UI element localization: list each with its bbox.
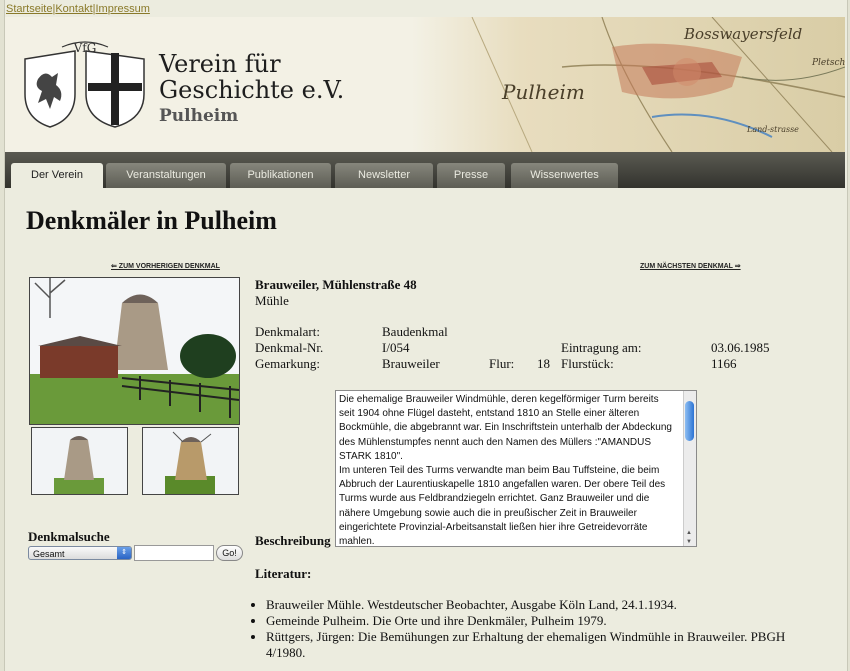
literature-list: Brauweiler Mühle. Westdeutscher Beobacht… (255, 597, 826, 661)
site-subtitle: Pulheim (159, 106, 239, 126)
historic-map-image: Bosswayersfeld Pulheim Pletsch Land-stra… (412, 17, 845, 152)
link-startseite[interactable]: Startseite (6, 3, 52, 15)
monument-photo[interactable] (29, 277, 240, 425)
top-links: Startseite|Kontakt|Impressum (6, 3, 150, 15)
field-label: Gemarkung: (255, 356, 320, 371)
field-label: Flurstück: (561, 356, 614, 371)
tab-wissenwertes[interactable]: Wissenwertes (511, 163, 618, 188)
description-textarea[interactable]: Die ehemalige Brauweiler Windmühle, dere… (335, 390, 697, 547)
tab-publikationen[interactable]: Publikationen (230, 163, 331, 188)
field-value: 1166 (711, 356, 737, 371)
chevron-updown-icon: ⇕ (117, 547, 131, 559)
map-label: Bosswayersfeld (683, 25, 802, 43)
field-label: Denkmalart: (255, 324, 320, 339)
main-nav: Der Verein Veranstaltungen Publikationen… (5, 152, 845, 188)
field-label: Flur: (489, 356, 515, 371)
list-item: Gemeinde Pulheim. Die Orte und ihre Denk… (266, 613, 826, 629)
field-label: Denkmal-Nr. (255, 340, 324, 355)
scroll-up-arrow-icon[interactable]: ▲ (686, 530, 692, 536)
scroll-down-arrow-icon[interactable]: ▼ (686, 539, 692, 545)
thumbnail-image[interactable] (142, 427, 239, 495)
field-value: 18 (537, 356, 550, 371)
map-label: Pulheim (501, 80, 585, 104)
field-value: I/054 (382, 340, 410, 355)
search-go-button[interactable]: Go! (216, 545, 243, 561)
search-category-select[interactable]: Gesamt ⇕ (28, 546, 132, 560)
site-title-line2: Geschichte e.V. (159, 76, 345, 104)
search-label: Denkmalsuche (28, 529, 110, 544)
description-text: Die ehemalige Brauweiler Windmühle, dere… (339, 394, 672, 547)
link-kontakt[interactable]: Kontakt (55, 3, 92, 15)
map-label: Land-strasse (746, 125, 799, 134)
next-monument-link[interactable]: ZUM NÄCHSTEN DENKMAL ⇒ (640, 262, 741, 270)
prev-monument-link[interactable]: ⇐ ZUM VORHERIGEN DENKMAL (111, 262, 220, 270)
page-title: Denkmäler in Pulheim (26, 206, 277, 235)
logo-text: VfG (73, 41, 97, 55)
monument-type-name: Mühle (255, 293, 289, 308)
monument-address: Brauweiler, Mühlenstraße 48 (255, 277, 417, 292)
scrollbar[interactable]: ▲ ▼ (683, 391, 696, 546)
select-value: Gesamt (33, 549, 65, 559)
site-title-line1: Verein für (159, 50, 281, 78)
tab-veranstaltungen[interactable]: Veranstaltungen (106, 163, 226, 188)
field-value: Brauweiler (382, 356, 440, 371)
tab-newsletter[interactable]: Newsletter (335, 163, 433, 188)
crest-logo-icon[interactable]: VfG (20, 39, 150, 129)
site-title: Verein für Geschichte e.V. (159, 51, 344, 103)
field-value: 03.06.1985 (711, 340, 770, 355)
thumbnail-image[interactable] (31, 427, 128, 495)
tab-der-verein[interactable]: Der Verein (11, 163, 103, 188)
list-item: Brauweiler Mühle. Westdeutscher Beobacht… (266, 597, 826, 613)
description-label: Beschreibung (255, 533, 331, 548)
scroll-thumb[interactable] (685, 401, 694, 441)
literature-label: Literatur: (255, 566, 312, 581)
field-value: Baudenkmal (382, 324, 448, 339)
map-label: Pletsch (811, 58, 845, 68)
link-impressum[interactable]: Impressum (96, 3, 150, 15)
site-header: VfG Verein für Geschichte e.V. Pulheim B… (5, 17, 845, 152)
field-label: Eintragung am: (561, 340, 642, 355)
search-input[interactable] (134, 545, 214, 561)
list-item: Rüttgers, Jürgen: Die Bemühungen zur Erh… (266, 629, 826, 661)
tab-presse[interactable]: Presse (437, 163, 505, 188)
